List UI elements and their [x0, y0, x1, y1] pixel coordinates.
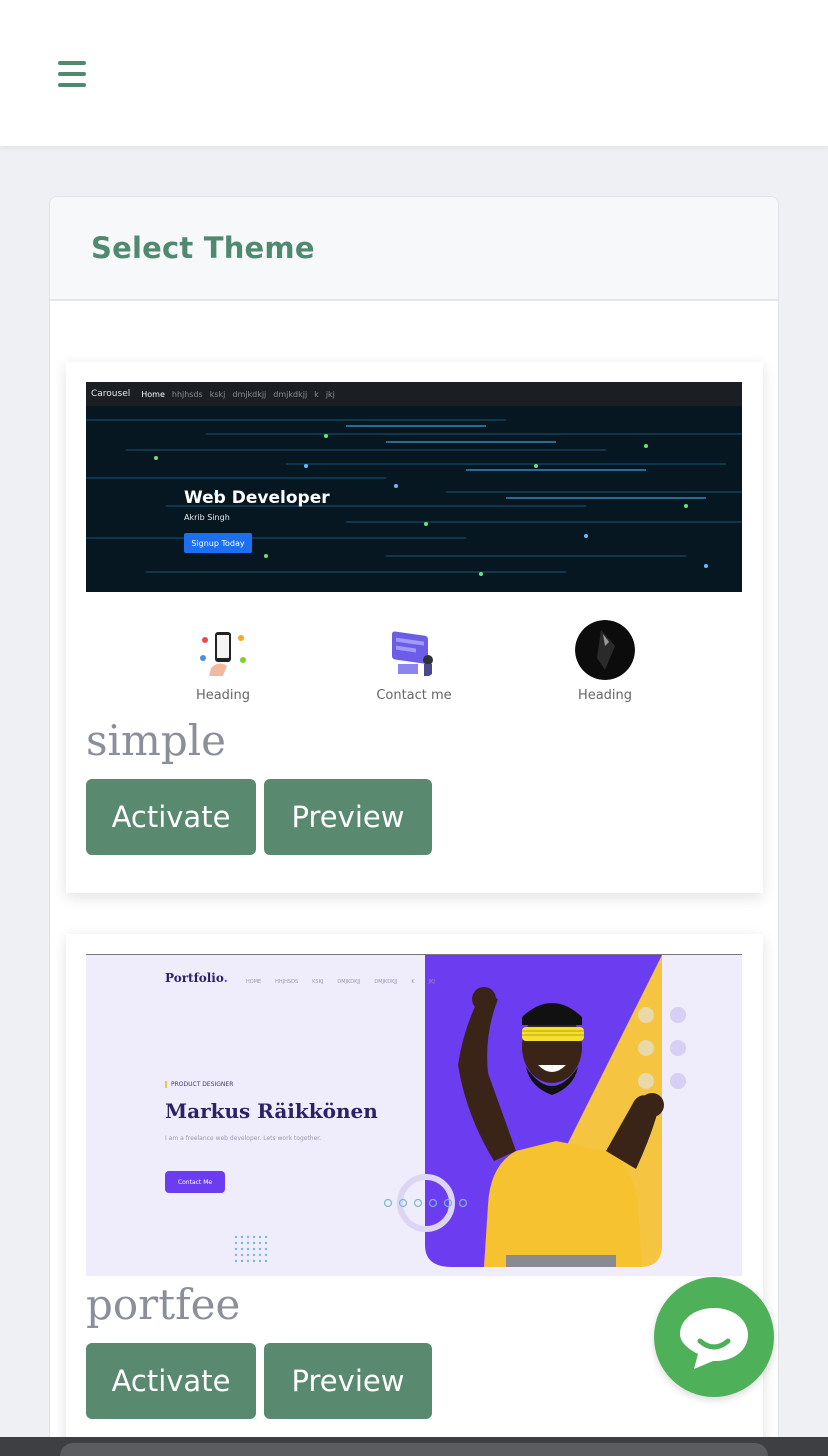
thumbnail-nav-item: JKJ — [428, 979, 435, 985]
dark-avatar-icon — [575, 620, 635, 680]
bottom-handle — [60, 1443, 768, 1456]
chat-button[interactable] — [654, 1277, 774, 1397]
preview-button[interactable]: Preview — [264, 1343, 432, 1419]
feature-label: Heading — [577, 688, 633, 703]
contact-illustration-icon — [385, 621, 443, 679]
thumbnail-nav-item: DMJKDKJJ — [374, 979, 398, 985]
thumbnail-navbar: HOME HHJHSDS KSKJ DMJKDKJJ DMJKDKJJ K JK… — [246, 979, 435, 985]
chat-bubble-icon — [680, 1308, 748, 1369]
thumbnail-nav-item: k — [314, 389, 319, 399]
thumbnail-brand: Carousel — [91, 389, 131, 399]
theme-name: portfee — [86, 1280, 241, 1329]
thumbnail-tagline: PRODUCT DESIGNER — [165, 1081, 233, 1088]
thumbnail-hero-subtitle: Akrib Singh — [184, 513, 230, 522]
thumbnail-nav-item: kskj — [209, 389, 226, 399]
feature-item: Heading — [163, 620, 283, 703]
thumbnail-nav-item: K — [411, 979, 415, 985]
thumbnail-hero-title: Web Developer — [184, 488, 330, 508]
activate-button[interactable]: Activate — [86, 1343, 256, 1419]
feature-label: Heading — [195, 688, 251, 703]
activate-button[interactable]: Activate — [86, 779, 256, 855]
feature-label: Contact me — [376, 688, 452, 703]
thumbnail-hero-button: Signup Today — [184, 533, 252, 553]
theme-thumbnail: Carousel Home hhjhsds kskj dmjkdkjj dmjk… — [86, 382, 742, 592]
thumbnail-nav-item: dmjkdkjj — [273, 389, 308, 399]
feature-item: Contact me — [354, 620, 474, 703]
phone-social-icon — [194, 621, 252, 679]
thumbnail-logo-dot: . — [223, 971, 228, 985]
thumbnail-logo: Portfolio. — [165, 971, 228, 985]
thumbnail-nav-item: HOME — [246, 979, 262, 985]
thumbnail-nav-item: dmjkdkjj — [232, 389, 267, 399]
feature-item: Heading — [545, 620, 665, 703]
theme-thumbnail: Portfolio. HOME HHJHSDS KSKJ DMJKDKJJ DM… — [86, 954, 742, 1276]
thumbnail-nav-item: Home — [141, 389, 165, 399]
thumbnail-nav-item: hhjhsds — [171, 389, 203, 399]
theme-actions: Activate Preview — [86, 1343, 743, 1419]
hamburger-menu-icon[interactable] — [58, 61, 86, 87]
thumbnail-nav-item: jkj — [325, 389, 335, 399]
panel-title: Select Theme — [91, 231, 315, 265]
theme-actions: Activate Preview — [86, 779, 743, 855]
thumbnail-nav-item: KSKJ — [312, 979, 324, 985]
thumbnail-description: I am a freelance web developer. Lets wor… — [165, 1135, 322, 1142]
thumbnail-features: Heading Contact me Heading — [86, 592, 742, 712]
preview-button[interactable]: Preview — [264, 779, 432, 855]
top-bar — [0, 0, 828, 146]
thumbnail-logo-text: Portfolio — [165, 971, 224, 985]
thumbnail-navbar: Carousel Home hhjhsds kskj dmjkdkjj dmjk… — [86, 382, 742, 406]
bottom-system-bar — [0, 1437, 828, 1456]
panel-header: Select Theme — [50, 197, 778, 301]
thumbnail-nav-item: HHJHSDS — [275, 979, 299, 985]
thumbnail-nav-item: DMJKDKJJ — [337, 979, 361, 985]
theme-name: simple — [86, 716, 226, 765]
thumbnail-person-name: Markus Räikkönen — [165, 1099, 378, 1123]
theme-card-simple: Carousel Home hhjhsds kskj dmjkdkjj dmjk… — [66, 362, 763, 893]
select-theme-panel: Select Theme Carousel Home hhjhsds kskj … — [49, 196, 779, 1456]
thumbnail-contact-button: Contact Me — [165, 1171, 225, 1193]
